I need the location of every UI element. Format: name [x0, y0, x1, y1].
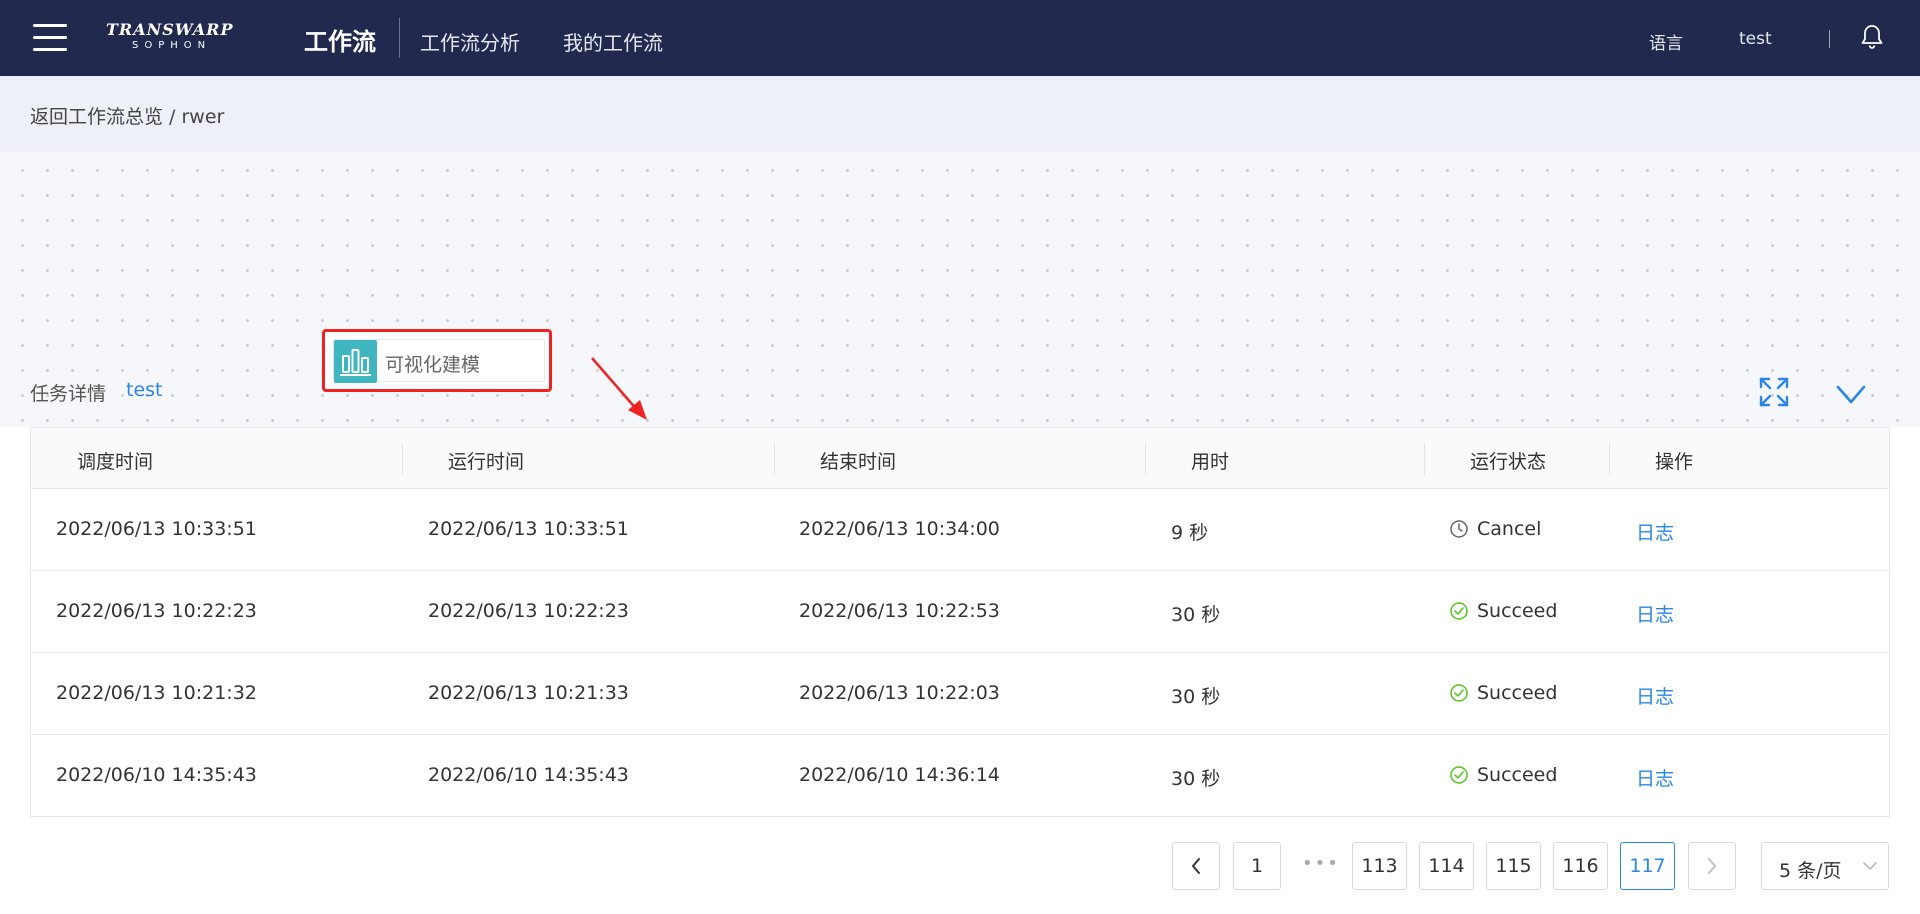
nav-item-workflow[interactable]: 工作流	[304, 22, 376, 57]
cell-run-time: 2022/06/13 10:22:23	[428, 600, 629, 622]
logo[interactable]: TRANSWARP SOPHON	[106, 20, 236, 58]
table-row: 2022/06/13 10:22:23 2022/06/13 10:22:23 …	[31, 571, 1889, 653]
cell-duration: 30 秒	[1171, 768, 1221, 790]
column-header-status: 运行状态	[1470, 451, 1547, 473]
table-row: 2022/06/13 10:21:32 2022/06/13 10:21:33 …	[31, 653, 1889, 735]
cell-duration: 9 秒	[1171, 522, 1209, 544]
next-page-button[interactable]	[1688, 842, 1736, 890]
top-navbar: TRANSWARP SOPHON 工作流 工作流分析 我的工作流 语言 test	[0, 0, 1920, 76]
cell-scheduled: 2022/06/10 14:35:43	[56, 764, 257, 786]
chevron-left-icon	[1192, 858, 1200, 874]
task-user-link[interactable]: test	[126, 379, 163, 401]
column-divider	[1609, 443, 1610, 475]
user-menu[interactable]: test	[1739, 29, 1772, 49]
column-divider	[1145, 443, 1146, 475]
page-button[interactable]: 113	[1352, 842, 1407, 890]
column-header-duration: 用时	[1191, 451, 1230, 473]
breadcrumb-separator: /	[163, 106, 182, 128]
nav-item-my-workflow[interactable]: 我的工作流	[563, 27, 663, 56]
cell-end-time: 2022/06/13 10:34:00	[799, 518, 1000, 540]
breadcrumb-current: rwer	[181, 106, 225, 128]
log-link[interactable]: 日志	[1636, 764, 1674, 791]
logo-text: TRANSWARP	[106, 20, 234, 39]
table-row: 2022/06/13 10:33:51 2022/06/13 10:33:51 …	[31, 489, 1889, 571]
chevron-down-icon	[1863, 862, 1877, 870]
cell-status: Cancel	[1477, 518, 1542, 540]
cell-status: Succeed	[1477, 764, 1558, 786]
column-header-run-time: 运行时间	[448, 451, 525, 473]
clock-icon	[1450, 520, 1468, 538]
workflow-node-label: 可视化建模	[385, 354, 481, 376]
log-link[interactable]: 日志	[1636, 518, 1674, 545]
logo-subtext: SOPHON	[132, 40, 212, 51]
table-row: 2022/06/10 14:35:43 2022/06/10 14:35:43 …	[31, 735, 1889, 817]
page-button[interactable]: 116	[1553, 842, 1608, 890]
breadcrumb-bar: 返回工作流总览 / rwer	[0, 76, 1920, 152]
prev-page-button[interactable]	[1172, 842, 1220, 890]
nav-right-divider	[1829, 30, 1830, 48]
cell-status: Succeed	[1477, 682, 1558, 704]
breadcrumb-back-link[interactable]: 返回工作流总览	[30, 106, 163, 128]
cell-scheduled: 2022/06/13 10:21:32	[56, 682, 257, 704]
check-circle-icon	[1450, 602, 1468, 620]
column-divider	[402, 443, 403, 475]
column-header-end-time: 结束时间	[820, 451, 897, 473]
page-button[interactable]: 114	[1419, 842, 1474, 890]
page-button-first[interactable]: 1	[1233, 842, 1281, 890]
page-size-select[interactable]: 5 条/页	[1761, 842, 1889, 890]
log-link[interactable]: 日志	[1636, 682, 1674, 709]
menu-icon[interactable]	[33, 24, 67, 52]
workflow-node-highlight[interactable]: 可视化建模	[322, 329, 552, 392]
cell-run-time: 2022/06/10 14:35:43	[428, 764, 629, 786]
chevron-right-icon	[1708, 858, 1716, 874]
nav-divider	[399, 18, 400, 58]
cell-run-time: 2022/06/13 10:33:51	[428, 518, 629, 540]
task-detail-title: 任务详情	[30, 383, 107, 405]
page-button[interactable]: 115	[1486, 842, 1541, 890]
run-history-table: 调度时间 运行时间 结束时间 用时 运行状态 操作 2022/06/13 10:…	[30, 427, 1890, 817]
cell-end-time: 2022/06/10 14:36:14	[799, 764, 1000, 786]
cell-scheduled: 2022/06/13 10:22:23	[56, 600, 257, 622]
workflow-node[interactable]: 可视化建模	[333, 339, 545, 383]
cell-scheduled: 2022/06/13 10:33:51	[56, 518, 257, 540]
cell-run-time: 2022/06/13 10:21:33	[428, 682, 629, 704]
breadcrumb: 返回工作流总览 / rwer	[30, 102, 224, 129]
cell-duration: 30 秒	[1171, 604, 1221, 626]
table-header: 调度时间 运行时间 结束时间 用时 运行状态 操作	[31, 428, 1889, 489]
cell-end-time: 2022/06/13 10:22:53	[799, 600, 1000, 622]
check-circle-icon	[1450, 684, 1468, 702]
red-arrow-annotation	[591, 357, 647, 420]
log-link[interactable]: 日志	[1636, 600, 1674, 627]
fullscreen-icon[interactable]	[1758, 376, 1790, 408]
pager-ellipsis[interactable]: •••	[1302, 853, 1340, 874]
column-header-scheduled: 调度时间	[77, 451, 154, 473]
cell-duration: 30 秒	[1171, 686, 1221, 708]
cell-status: Succeed	[1477, 600, 1558, 622]
column-divider	[774, 443, 775, 475]
bar-chart-icon	[334, 340, 377, 383]
page-size-label: 5 条/页	[1779, 860, 1842, 882]
cell-end-time: 2022/06/13 10:22:03	[799, 682, 1000, 704]
chevron-down-icon[interactable]	[1836, 384, 1866, 406]
column-divider	[1424, 443, 1425, 475]
workflow-canvas[interactable]	[0, 152, 1920, 427]
language-menu[interactable]: 语言	[1649, 29, 1683, 54]
check-circle-icon	[1450, 766, 1468, 784]
nav-item-workflow-analysis[interactable]: 工作流分析	[420, 27, 520, 56]
bell-icon[interactable]	[1860, 24, 1884, 50]
column-header-action: 操作	[1655, 451, 1694, 473]
page-button-current[interactable]: 117	[1620, 842, 1675, 890]
